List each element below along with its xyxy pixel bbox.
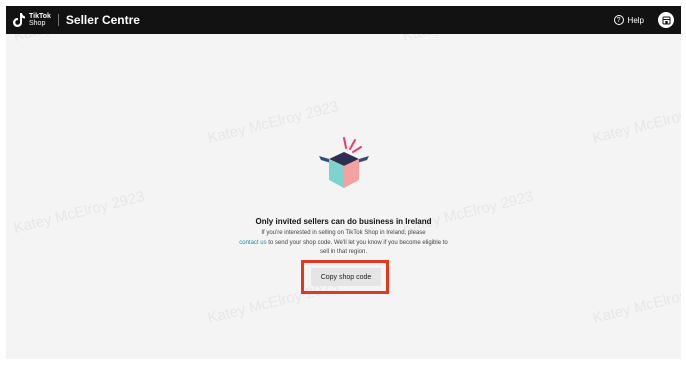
header-divider [57,14,59,26]
header-actions: ? Help [613,12,674,28]
shop-button[interactable] [658,12,674,28]
restriction-description: If you're interested in selling on TikTo… [236,229,451,258]
question-circle-icon: ? [613,15,624,25]
app-frame: TikTok Shop Seller Centre ? Help Katey M… [6,6,681,359]
restriction-heading: Only invited sellers can do business in … [255,217,432,226]
help-button[interactable]: ? Help [613,15,644,25]
watermark: Katey McElroy 2923 [590,98,681,147]
watermark: Katey McElroy 2923 [11,188,147,237]
tiktok-shop-logo[interactable]: TikTok Shop [12,12,51,28]
watermark: Katey McElroy 2923 [590,278,681,327]
tiktok-note-icon [13,13,25,27]
logo-line1: TikTok [29,13,51,20]
open-gift-box-icon [319,137,369,188]
logo-line2: Shop [29,20,46,27]
help-label: Help [627,15,644,25]
desc-text-1: If you're interested in selling on TikTo… [261,230,426,236]
contact-us-link[interactable]: contact us [239,240,266,246]
page-title: Seller Centre [65,13,140,27]
desc-text-2: to send your shop code. We'll let you kn… [268,239,448,256]
shop-icon [662,16,670,24]
logo-text: TikTok Shop [29,13,51,27]
top-bar: TikTok Shop Seller Centre ? Help [6,6,681,34]
highlight-annotation [301,260,389,294]
